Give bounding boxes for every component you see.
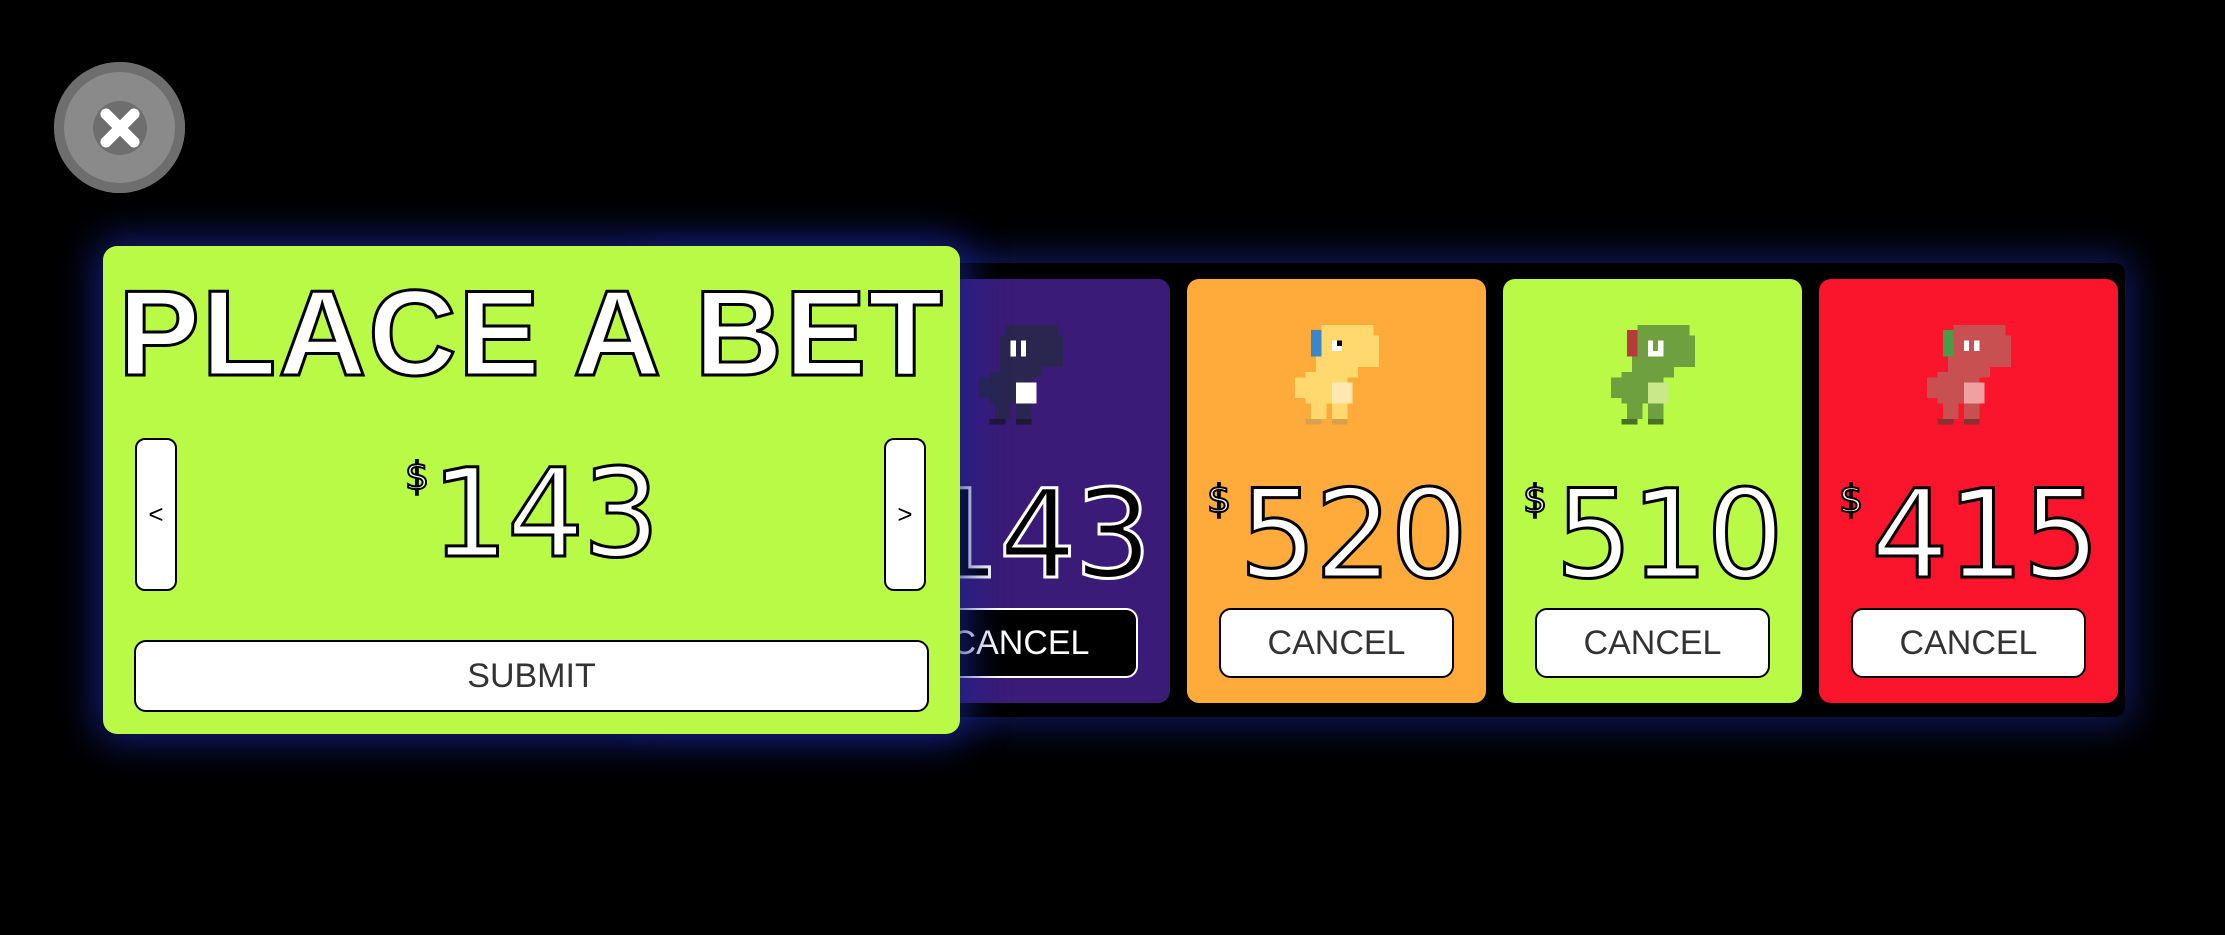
bet-amount: $415 [1819,464,2118,606]
currency-symbol: $ [1206,476,1232,522]
yellow-dino-icon [1284,325,1389,440]
panel-title: PLACE A BET [117,265,945,401]
bet-card-yellow: $520 CANCEL [1187,279,1486,703]
purple-dino-icon [968,325,1073,440]
currency-symbol: $ [404,453,430,499]
currency-symbol: $ [1838,476,1864,522]
currency-symbol: $ [1522,476,1548,522]
cancel-button[interactable]: CANCEL [1535,608,1770,678]
bet-amount-display: $143 [103,443,960,585]
increase-bet-button[interactable]: > [884,438,926,591]
close-button[interactable] [54,62,185,193]
cancel-button[interactable]: CANCEL [1851,608,2086,678]
bet-value: 520 [1238,464,1470,606]
bet-amount: $520 [1187,464,1486,606]
bet-value: 143 [430,443,662,585]
submit-button[interactable]: SUBMIT [134,640,929,712]
bet-card-red: $415 CANCEL [1819,279,2118,703]
cancel-button[interactable]: CANCEL [1219,608,1454,678]
bet-amount: $510 [1503,464,1802,606]
game-screen: $143 CANCEL $520 CAN [0,0,2225,935]
red-dino-icon [1916,325,2021,440]
bet-value: 415 [1870,464,2102,606]
green-dino-icon [1600,325,1705,440]
bet-card-green: $510 CANCEL [1503,279,1802,703]
close-icon [92,100,147,155]
place-bet-panel: PLACE A BET < $143 > SUBMIT [103,246,960,734]
bet-value: 510 [1554,464,1786,606]
